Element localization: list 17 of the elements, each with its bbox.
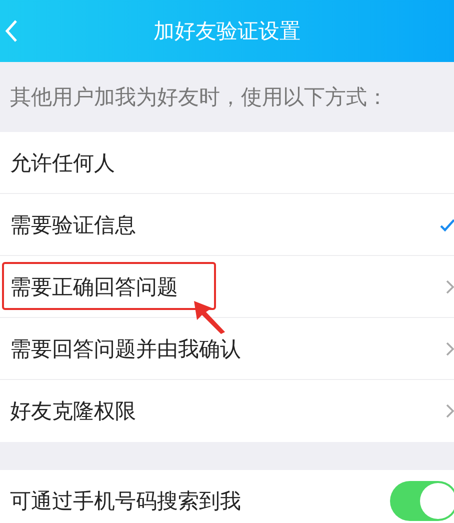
option-label: 允许任何人 <box>10 150 115 176</box>
page-title: 加好友验证设置 <box>154 18 300 45</box>
option-row[interactable]: 好友克隆权限 <box>0 380 454 442</box>
option-label: 好友克隆权限 <box>10 398 136 425</box>
pointer-arrow <box>192 300 228 334</box>
toggle-switch[interactable] <box>390 481 454 521</box>
chevron-right-icon <box>446 404 454 418</box>
option-label: 需要正确回答问题 <box>10 274 178 300</box>
chevron-right-icon <box>446 280 454 294</box>
chevron-right-icon <box>446 342 454 356</box>
option-label: 需要回答问题并由我确认 <box>10 336 241 362</box>
section-hint: 其他用户加我为好友时，使用以下方式： <box>9 84 389 111</box>
back-icon[interactable] <box>4 19 18 43</box>
option-label: 需要验证信息 <box>10 212 136 238</box>
toggle-label: 可通过手机号码搜索到我 <box>10 488 241 515</box>
option-row[interactable]: 允许任何人 <box>0 132 454 194</box>
option-row[interactable]: 需要验证信息 <box>0 194 454 256</box>
